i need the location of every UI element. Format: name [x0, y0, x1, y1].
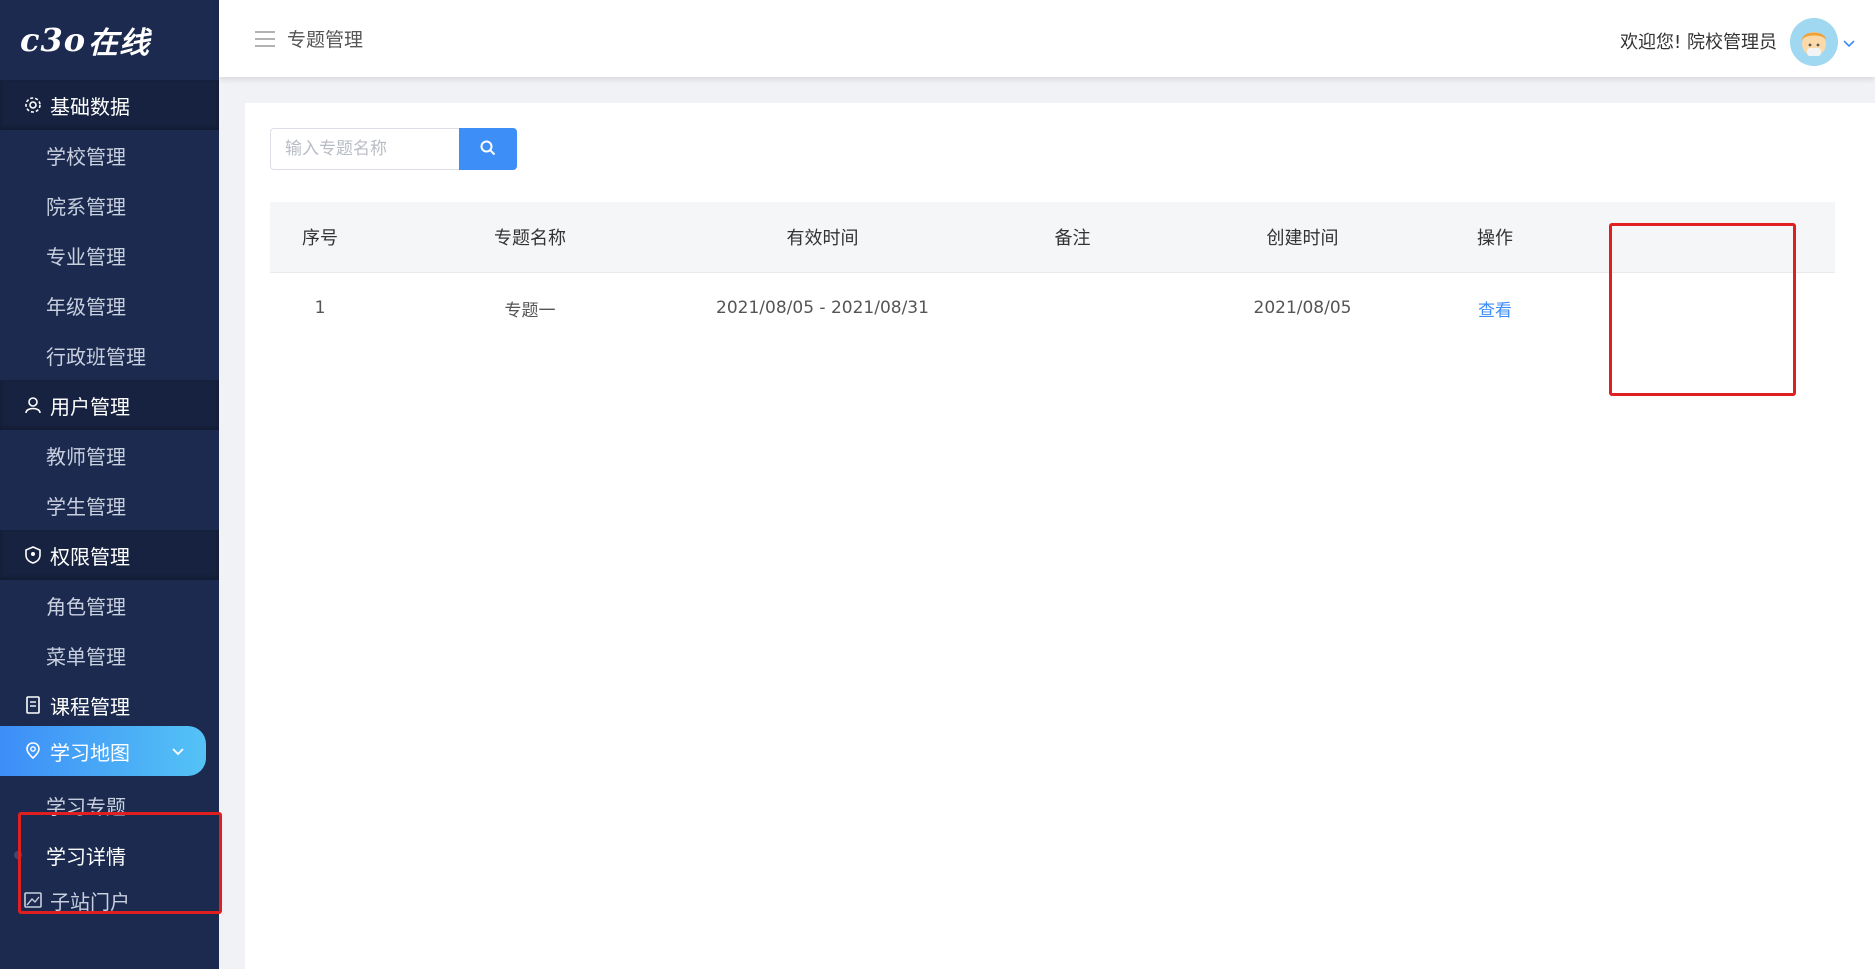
sidebar-group-users[interactable]: 用户管理 — [0, 380, 219, 430]
chevron-down-icon[interactable] — [1843, 34, 1855, 53]
sidebar-group-permissions[interactable]: 权限管理 — [0, 530, 219, 580]
view-link[interactable]: 查看 — [1478, 301, 1512, 321]
menu-toggle-icon[interactable] — [255, 30, 275, 48]
column-header-index: 序号 — [270, 202, 370, 273]
welcome-text: 欢迎您! 院校管理员 — [1620, 32, 1777, 53]
cell-created: 2021/08/05 — [1253, 298, 1352, 318]
search-icon — [479, 139, 497, 160]
sidebar-item-menus[interactable]: 菜单管理 — [0, 630, 219, 680]
sidebar-group-courses[interactable]: 课程管理 — [0, 680, 219, 730]
sidebar-item-school[interactable]: 学校管理 — [0, 130, 219, 180]
column-header-remark: 备注 — [955, 202, 1190, 273]
breadcrumb: 专题管理 — [287, 29, 364, 51]
sidebar-item-department[interactable]: 院系管理 — [0, 180, 219, 230]
sidebar-group-learning-map[interactable]: 学习地图 — [0, 726, 206, 776]
cell-index: 1 — [314, 298, 326, 318]
sidebar-group-label: 基础数据 — [50, 94, 130, 119]
search-bar — [270, 128, 517, 170]
highlight-box-sidebar — [18, 812, 222, 914]
column-header-created: 创建时间 — [1190, 202, 1415, 273]
book-icon — [22, 694, 44, 716]
sidebar-item-roles[interactable]: 角色管理 — [0, 580, 219, 630]
search-button[interactable] — [459, 128, 517, 170]
app-logo[interactable]: c3o 在线 — [0, 0, 219, 80]
search-input[interactable] — [270, 128, 459, 170]
sidebar-group-label: 用户管理 — [50, 394, 130, 419]
user-icon — [22, 394, 44, 416]
map-icon — [22, 740, 44, 762]
column-header-period: 有效时间 — [690, 202, 955, 273]
sidebar-group-label: 课程管理 — [50, 694, 130, 719]
column-header-name: 专题名称 — [370, 202, 690, 273]
sidebar-group-label: 学习地图 — [50, 740, 130, 765]
cell-period: 2021/08/05 - 2021/08/31 — [716, 298, 929, 318]
avatar[interactable] — [1790, 18, 1838, 66]
cell-name: 专题一 — [504, 300, 556, 321]
table-row: 1 专题一 2021/08/05 - 2021/08/31 2021/08/05… — [270, 273, 1835, 344]
sidebar-item-class[interactable]: 行政班管理 — [0, 330, 219, 380]
sidebar-group-label: 权限管理 — [50, 544, 130, 569]
logo-text: 在线 — [88, 26, 151, 61]
column-header-action: 操作 — [1415, 202, 1575, 273]
top-header: 专题管理 欢迎您! 院校管理员 — [219, 0, 1875, 77]
shield-icon — [22, 544, 44, 566]
chevron-down-icon — [170, 740, 186, 764]
sidebar-group-basic-data[interactable]: 基础数据 — [0, 80, 219, 130]
sidebar-item-grade[interactable]: 年级管理 — [0, 280, 219, 330]
cell-remark — [955, 273, 1190, 344]
sidebar-item-teachers[interactable]: 教师管理 — [0, 430, 219, 480]
sidebar-item-students[interactable]: 学生管理 — [0, 480, 219, 530]
table-header-row: 序号 专题名称 有效时间 备注 创建时间 操作 — [270, 202, 1835, 273]
cell-action: 查看 — [1415, 273, 1575, 344]
sidebar-item-major[interactable]: 专业管理 — [0, 230, 219, 280]
highlight-box-action-column — [1609, 223, 1796, 396]
gear-icon — [22, 94, 44, 116]
logo-mark: c3o — [20, 21, 87, 59]
topics-table: 序号 专题名称 有效时间 备注 创建时间 操作 1 专题一 2021/08/05… — [270, 202, 1835, 343]
